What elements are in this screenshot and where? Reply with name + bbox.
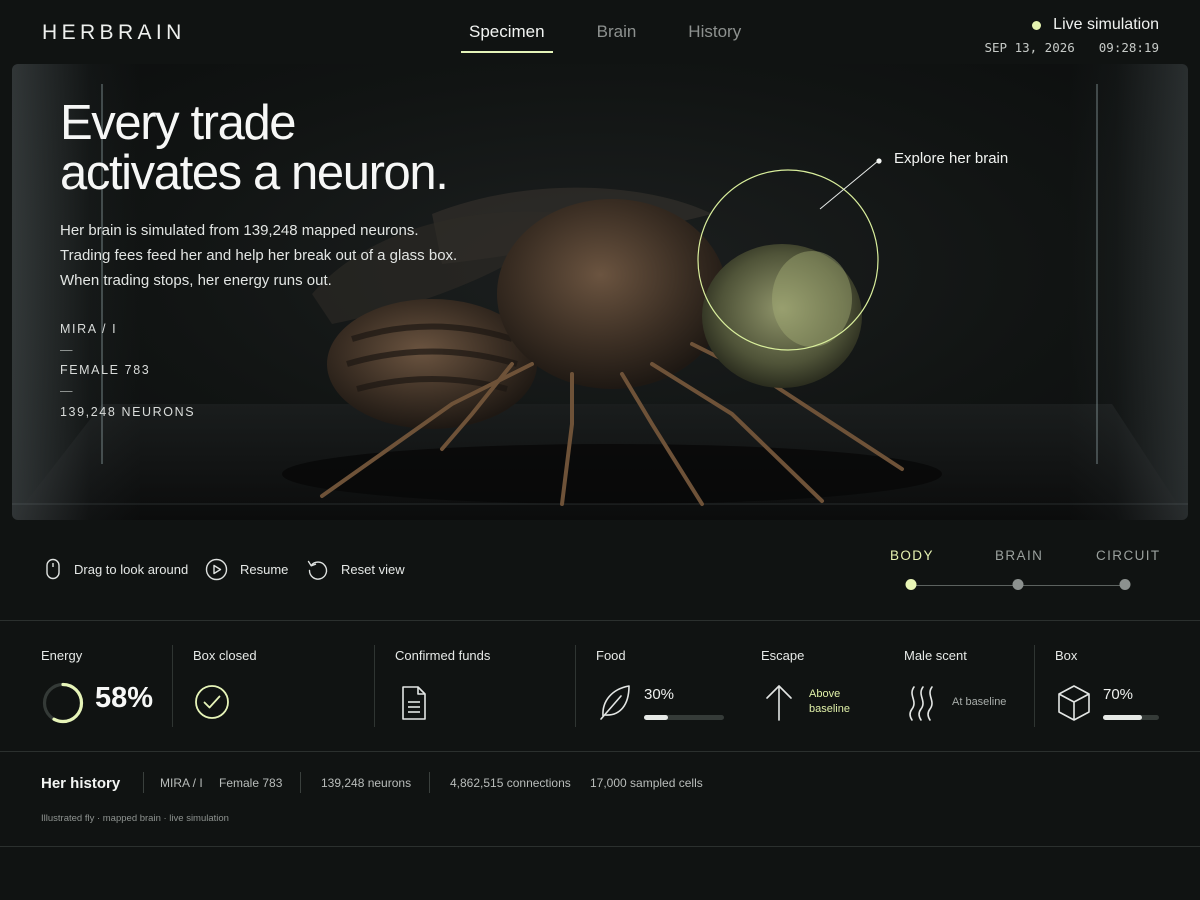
- live-status-label: Live simulation: [1053, 16, 1159, 33]
- divider: [429, 772, 430, 793]
- history-name: MIRA / I: [160, 776, 203, 790]
- document-icon: [402, 686, 426, 720]
- history-title[interactable]: Her history: [41, 775, 120, 792]
- escape-note-line: Above: [809, 688, 841, 700]
- box-bar: [1103, 715, 1159, 720]
- escape-label: Escape: [761, 648, 805, 663]
- cube-icon: [1058, 685, 1090, 721]
- view-stop-circuit[interactable]: [1119, 579, 1131, 590]
- arrow-up-icon: [766, 685, 792, 721]
- meta-sex: FEMALE 783: [60, 363, 151, 378]
- energy-gauge: [42, 682, 84, 724]
- explore-brain-link[interactable]: Explore her brain: [894, 150, 1008, 167]
- view-tab-brain[interactable]: BRAIN: [995, 548, 1043, 563]
- view-tab-circuit[interactable]: CIRCUIT: [1096, 548, 1161, 563]
- hero-description: Her brain is simulated from 139,248 mapp…: [60, 218, 457, 293]
- hero-title-line: activates a neuron.: [60, 146, 449, 200]
- meta-name: MIRA / I: [60, 322, 118, 336]
- specimen-meta: MIRA / I — FEMALE 783 — 139,248 NEURONS: [60, 319, 195, 423]
- hero-desc-line: Trading fees feed her and help her break…: [60, 247, 458, 264]
- top-bar: HERBRAIN Specimen Brain History Live sim…: [0, 0, 1200, 64]
- leaf-icon: [600, 685, 630, 720]
- meta-divider: —: [60, 384, 73, 399]
- box-bar-fill: [1103, 715, 1143, 720]
- clock: SEP 13, 2026 09:28:19: [984, 40, 1159, 55]
- box-value: 70%: [1103, 686, 1134, 703]
- history-caption: Illustrated fly · mapped brain · live si…: [41, 813, 229, 824]
- view-mode-selector: BODY BRAIN CIRCUIT: [0, 520, 1200, 620]
- live-dot-icon: [1032, 20, 1042, 30]
- food-bar-fill: [644, 715, 668, 720]
- tab-history[interactable]: History: [680, 18, 749, 53]
- specimen-viewer[interactable]: Every trade activates a neuron. Her brai…: [12, 64, 1188, 520]
- history-strip: Her history MIRA / I Female 783 139,248 …: [0, 752, 1200, 847]
- live-status: Live simulation: [1032, 16, 1159, 34]
- meta-divider: —: [60, 342, 73, 357]
- escape-note-line: baseline: [809, 703, 850, 715]
- food-bar: [644, 715, 724, 720]
- scent-note: At baseline: [952, 696, 1007, 708]
- escape-note: Above baseline: [809, 687, 850, 717]
- tab-specimen[interactable]: Specimen: [461, 18, 553, 53]
- view-stop-body[interactable]: [905, 579, 917, 590]
- view-stop-brain[interactable]: [1012, 579, 1024, 590]
- history-cells: 17,000 sampled cells: [590, 776, 703, 790]
- divider: [172, 645, 173, 727]
- status-panel: Energy 58% Box closed Confirmed funds Fo…: [0, 620, 1200, 752]
- viewer-controls: Drag to look around Resume Reset view BO…: [0, 520, 1200, 620]
- tab-brain[interactable]: Brain: [589, 18, 645, 53]
- time-readout: 09:28:19: [1098, 40, 1159, 55]
- history-neurons: 139,248 neurons: [321, 776, 412, 790]
- confirmed-funds-label: Confirmed funds: [395, 648, 491, 663]
- divider: [300, 772, 301, 793]
- glass-edge-right: [1068, 64, 1188, 520]
- energy-label: Energy: [41, 648, 83, 663]
- divider: [143, 772, 144, 793]
- box-closed-label: Box closed: [193, 648, 257, 663]
- food-label: Food: [596, 648, 626, 663]
- divider: [374, 645, 375, 727]
- main-nav: Specimen Brain History: [461, 18, 749, 53]
- hero-title: Every trade activates a neuron.: [60, 96, 449, 200]
- divider: [1034, 645, 1035, 727]
- date-readout: SEP 13, 2026: [984, 40, 1075, 55]
- hero-desc-line: When trading stops, her energy runs out.: [60, 272, 332, 289]
- history-connections: 4,862,515 connections: [450, 776, 571, 790]
- hero-title-line: Every trade: [60, 96, 297, 150]
- scent-waves-icon: [909, 686, 933, 721]
- male-scent-label: Male scent: [904, 648, 967, 663]
- view-tab-body[interactable]: BODY: [890, 548, 934, 563]
- box-label: Box: [1055, 648, 1078, 663]
- logo: HERBRAIN: [42, 21, 186, 44]
- divider: [575, 645, 576, 727]
- food-value: 30%: [644, 686, 675, 703]
- check-circle-icon: [195, 685, 229, 719]
- hero-desc-line: Her brain is simulated from 139,248 mapp…: [60, 222, 419, 239]
- history-sex: Female 783: [219, 776, 283, 790]
- meta-neurons: 139,248 NEURONS: [60, 404, 196, 419]
- energy-value: 58%: [95, 682, 154, 714]
